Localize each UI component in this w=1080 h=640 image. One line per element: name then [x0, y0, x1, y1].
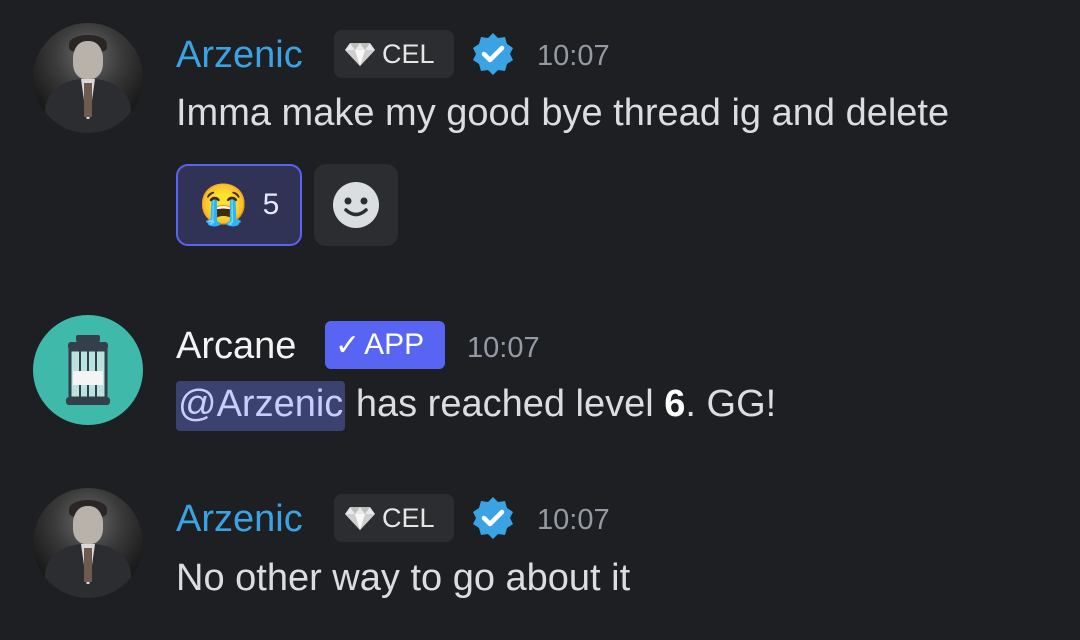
avatar-arcane[interactable] [33, 315, 143, 425]
level-number: 6 [664, 383, 686, 425]
guild-tag-badge[interactable]: CEL [334, 494, 454, 542]
diamond-icon [345, 507, 375, 530]
message-text: @Arzenic has reached level 6. GG! [176, 381, 777, 431]
timestamp: 10:07 [537, 504, 610, 536]
lantern-icon [66, 335, 110, 405]
message-text: Imma make my good bye thread ig and dele… [176, 92, 950, 134]
avatar-face [73, 41, 103, 79]
message-text: No other way to go about it [176, 557, 631, 599]
username[interactable]: Arcane [176, 323, 296, 369]
reaction-button[interactable]: 😭 5 [176, 164, 302, 246]
guild-tag-badge[interactable]: CEL [334, 30, 454, 78]
message-text-middle: has reached level [345, 383, 665, 425]
badge-label: CEL [382, 502, 435, 533]
badge-label: APP [364, 328, 425, 361]
message-text-end: . GG! [685, 383, 777, 425]
app-check-icon: ✓ [335, 328, 361, 362]
diamond-icon [345, 43, 375, 66]
avatar-arzenic[interactable] [33, 488, 143, 598]
add-reaction-button[interactable] [314, 164, 398, 246]
avatar-arzenic[interactable] [33, 23, 143, 133]
timestamp: 10:07 [467, 332, 540, 364]
user-mention[interactable]: @Arzenic [176, 381, 346, 431]
smiley-add-reaction-icon [333, 182, 379, 228]
badge-label: CEL [382, 38, 435, 69]
username[interactable]: Arzenic [176, 496, 303, 542]
avatar-tie [84, 548, 92, 582]
timestamp: 10:07 [537, 40, 610, 72]
avatar-face [73, 506, 103, 544]
avatar-tie [84, 83, 92, 117]
reaction-count: 5 [262, 188, 280, 221]
verified-check-icon[interactable] [470, 495, 516, 541]
username[interactable]: Arzenic [176, 32, 303, 78]
verified-check-icon[interactable] [470, 31, 516, 77]
loudly-crying-emoji: 😭 [198, 183, 249, 227]
app-badge[interactable]: ✓ APP [325, 321, 445, 369]
